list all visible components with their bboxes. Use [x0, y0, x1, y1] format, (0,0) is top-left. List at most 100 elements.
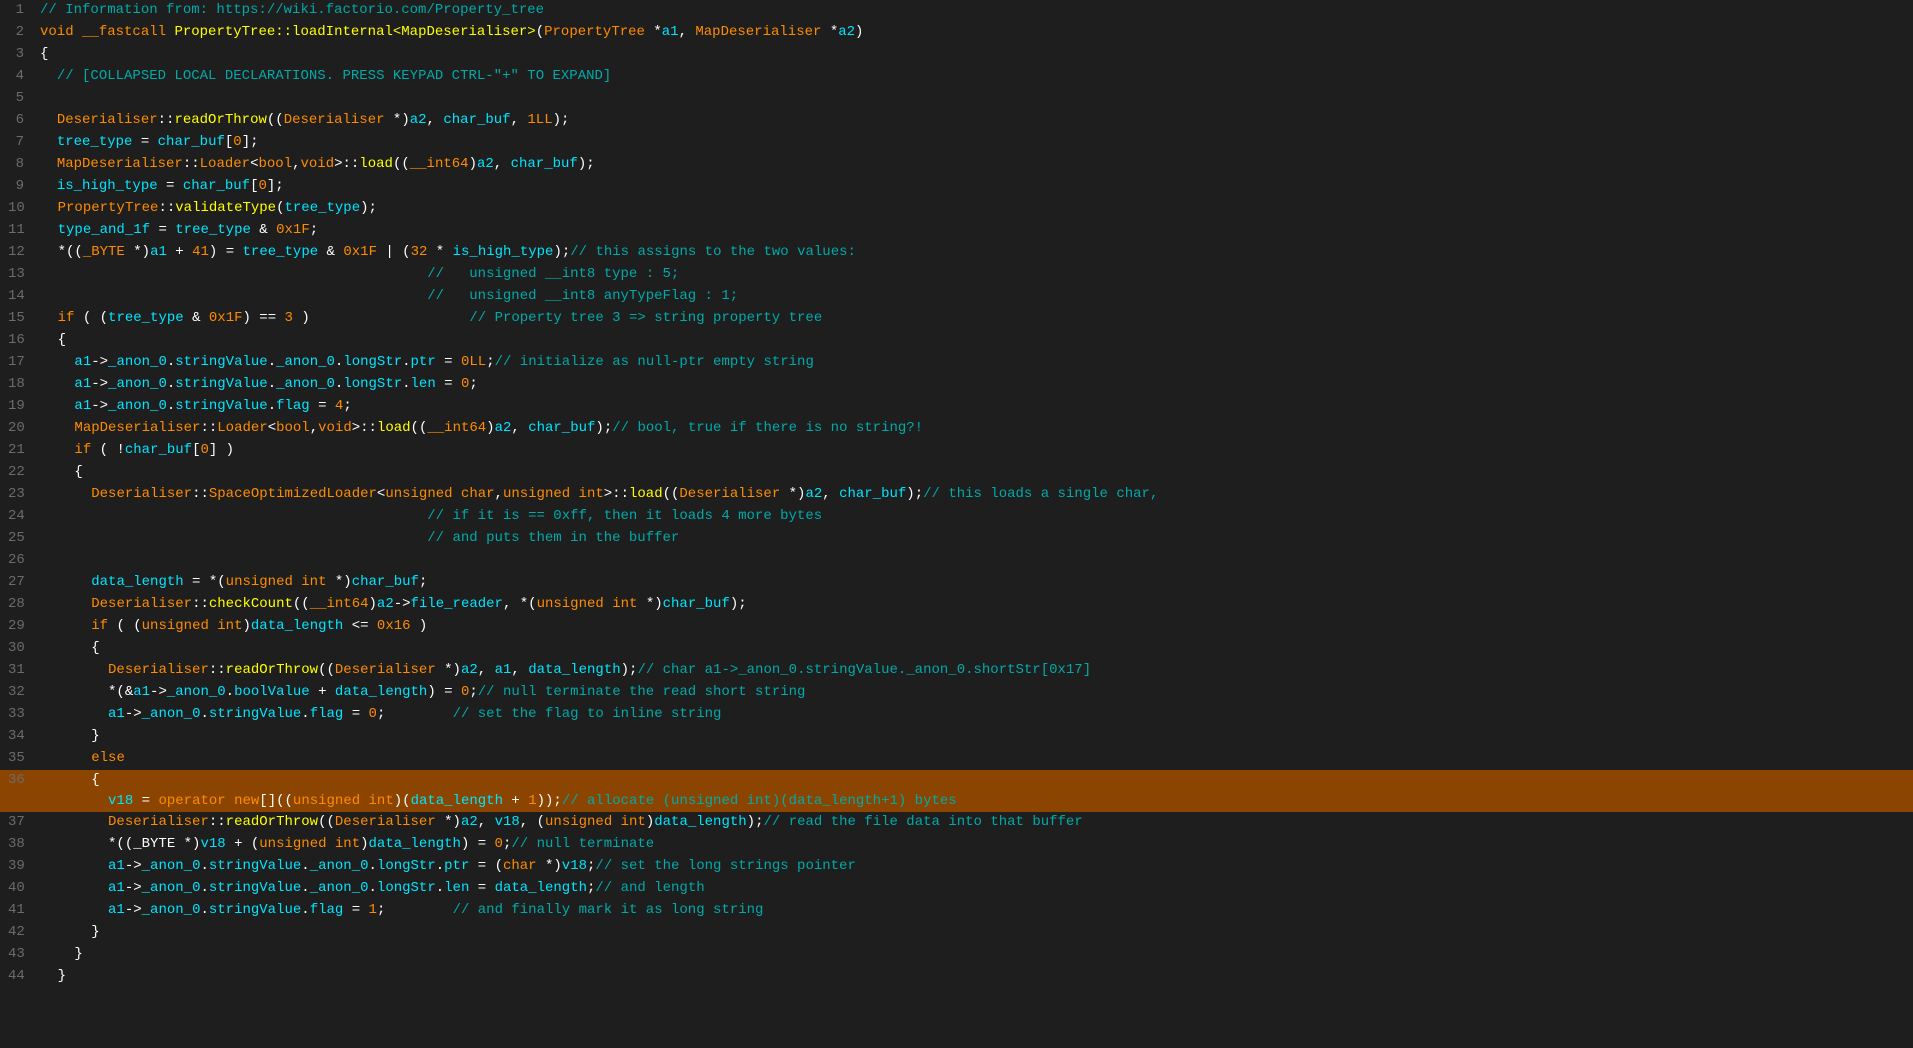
lc-7: tree_type = char_buf[0];: [40, 132, 1913, 153]
lc-29: if ( (unsigned int)data_length <= 0x16 ): [41, 616, 1913, 637]
line-26: 26: [0, 550, 1913, 572]
line-9: 9 is_high_type = char_buf[0];: [0, 176, 1913, 198]
ln-20: 20: [0, 418, 41, 439]
lc-11: type_and_1f = tree_type & 0x1F;: [41, 220, 1913, 241]
line-21: 21 if ( !char_buf[0] ): [0, 440, 1913, 462]
lc-4: // [COLLAPSED LOCAL DECLARATIONS. PRESS …: [40, 66, 1913, 87]
lc-9: is_high_type = char_buf[0];: [40, 176, 1913, 197]
line-10: 10 PropertyTree::validateType(tree_type)…: [0, 198, 1913, 220]
line-37: 37 Deserialiser::readOrThrow((Deserialis…: [0, 812, 1913, 834]
line-5: 5: [0, 88, 1913, 110]
lc-3: {: [40, 44, 1913, 65]
lc-13: // unsigned __int8 type : 5;: [41, 264, 1913, 285]
line-20: 20 MapDeserialiser::Loader<bool,void>::l…: [0, 418, 1913, 440]
line-12: 12 *((_BYTE *)a1 + 41) = tree_type & 0x1…: [0, 242, 1913, 264]
lc-15: if ( (tree_type & 0x1F) == 3 ) // Proper…: [41, 308, 1913, 329]
ln-13: 13: [0, 264, 41, 285]
ln-23: 23: [0, 484, 41, 505]
line-22: 22 {: [0, 462, 1913, 484]
ln-3: 3: [0, 44, 40, 65]
ln-22: 22: [0, 462, 41, 483]
lc-19: a1->_anon_0.stringValue.flag = 4;: [41, 396, 1913, 417]
ln-5: 5: [0, 88, 40, 109]
ln-25: 25: [0, 528, 41, 549]
lc-37: Deserialiser::readOrThrow((Deserialiser …: [41, 812, 1913, 833]
ln-35: 35: [0, 748, 41, 769]
line-19: 19 a1->_anon_0.stringValue.flag = 4;: [0, 396, 1913, 418]
lc-10: PropertyTree::validateType(tree_type);: [41, 198, 1913, 219]
ln-16: 16: [0, 330, 41, 351]
ln-33: 33: [0, 704, 41, 725]
line-44: 44 }: [0, 966, 1913, 988]
ln-36: 36: [0, 770, 41, 791]
code-editor[interactable]: 1 // Information from: https://wiki.fact…: [0, 0, 1913, 1048]
lc-35: else: [41, 748, 1913, 769]
lc-1: // Information from: https://wiki.factor…: [40, 0, 1913, 21]
ln-27: 27: [0, 572, 41, 593]
line-14: 14 // unsigned __int8 anyTypeFlag : 1;: [0, 286, 1913, 308]
ln-26: 26: [0, 550, 41, 571]
line-42: 42 }: [0, 922, 1913, 944]
line-7: 7 tree_type = char_buf[0];: [0, 132, 1913, 154]
line-13: 13 // unsigned __int8 type : 5;: [0, 264, 1913, 286]
ln-2: 2: [0, 22, 40, 43]
ln-31: 31: [0, 660, 41, 681]
ln-40: 40: [0, 878, 41, 899]
line-40: 40 a1->_anon_0.stringValue._anon_0.longS…: [0, 878, 1913, 900]
line-18: 18 a1->_anon_0.stringValue._anon_0.longS…: [0, 374, 1913, 396]
line-36: 36 { v18 = operator new[]((unsigned int)…: [0, 770, 1913, 812]
line-15: 15 if ( (tree_type & 0x1F) == 3 ) // Pro…: [0, 308, 1913, 330]
lc-12: *((_BYTE *)a1 + 41) = tree_type & 0x1F |…: [41, 242, 1913, 263]
lc-27: data_length = *(unsigned int *)char_buf;: [41, 572, 1913, 593]
line-8: 8 MapDeserialiser::Loader<bool,void>::lo…: [0, 154, 1913, 176]
ln-6: 6: [0, 110, 40, 131]
lc-36: { v18 = operator new[]((unsigned int)(da…: [41, 770, 1913, 812]
lc-28: Deserialiser::checkCount((__int64)a2->fi…: [41, 594, 1913, 615]
line-32: 32 *(&a1->_anon_0.boolValue + data_lengt…: [0, 682, 1913, 704]
ln-12: 12: [0, 242, 41, 263]
line-6: 6 Deserialiser::readOrThrow((Deserialise…: [0, 110, 1913, 132]
line-16: 16 {: [0, 330, 1913, 352]
line-28: 28 Deserialiser::checkCount((__int64)a2-…: [0, 594, 1913, 616]
line-24: 24 // if it is == 0xff, then it loads 4 …: [0, 506, 1913, 528]
ln-4: 4: [0, 66, 40, 87]
ln-15: 15: [0, 308, 41, 329]
line-1: 1 // Information from: https://wiki.fact…: [0, 0, 1913, 22]
lc-32: *(&a1->_anon_0.boolValue + data_length) …: [41, 682, 1913, 703]
ln-19: 19: [0, 396, 41, 417]
ln-42: 42: [0, 922, 41, 943]
ln-24: 24: [0, 506, 41, 527]
ln-39: 39: [0, 856, 41, 877]
lc-2: void __fastcall PropertyTree::loadIntern…: [40, 22, 1913, 43]
ln-8: 8: [0, 154, 40, 175]
ln-43: 43: [0, 944, 41, 965]
lc-8: MapDeserialiser::Loader<bool,void>::load…: [40, 154, 1913, 175]
line-11: 11 type_and_1f = tree_type & 0x1F;: [0, 220, 1913, 242]
lc-23: Deserialiser::SpaceOptimizedLoader<unsig…: [41, 484, 1913, 505]
lc-22: {: [41, 462, 1913, 483]
line-43: 43 }: [0, 944, 1913, 966]
ln-38: 38: [0, 834, 41, 855]
line-31: 31 Deserialiser::readOrThrow((Deserialis…: [0, 660, 1913, 682]
ln-37: 37: [0, 812, 41, 833]
ln-29: 29: [0, 616, 41, 637]
lc-41: a1->_anon_0.stringValue.flag = 1; // and…: [41, 900, 1913, 921]
line-17: 17 a1->_anon_0.stringValue._anon_0.longS…: [0, 352, 1913, 374]
ln-32: 32: [0, 682, 41, 703]
lc-40: a1->_anon_0.stringValue._anon_0.longStr.…: [41, 878, 1913, 899]
line-2: 2 void __fastcall PropertyTree::loadInte…: [0, 22, 1913, 44]
lc-39: a1->_anon_0.stringValue._anon_0.longStr.…: [41, 856, 1913, 877]
line-3: 3 {: [0, 44, 1913, 66]
ln-21: 21: [0, 440, 41, 461]
line-25: 25 // and puts them in the buffer: [0, 528, 1913, 550]
line-34: 34 }: [0, 726, 1913, 748]
ln-14: 14: [0, 286, 41, 307]
line-35: 35 else: [0, 748, 1913, 770]
lc-42: }: [41, 922, 1913, 943]
line-4: 4 // [COLLAPSED LOCAL DECLARATIONS. PRES…: [0, 66, 1913, 88]
lc-24: // if it is == 0xff, then it loads 4 mor…: [41, 506, 1913, 527]
ln-41: 41: [0, 900, 41, 921]
ln-1: 1: [0, 0, 40, 21]
lc-33: a1->_anon_0.stringValue.flag = 0; // set…: [41, 704, 1913, 725]
line-38: 38 *((_BYTE *)v18 + (unsigned int)data_l…: [0, 834, 1913, 856]
